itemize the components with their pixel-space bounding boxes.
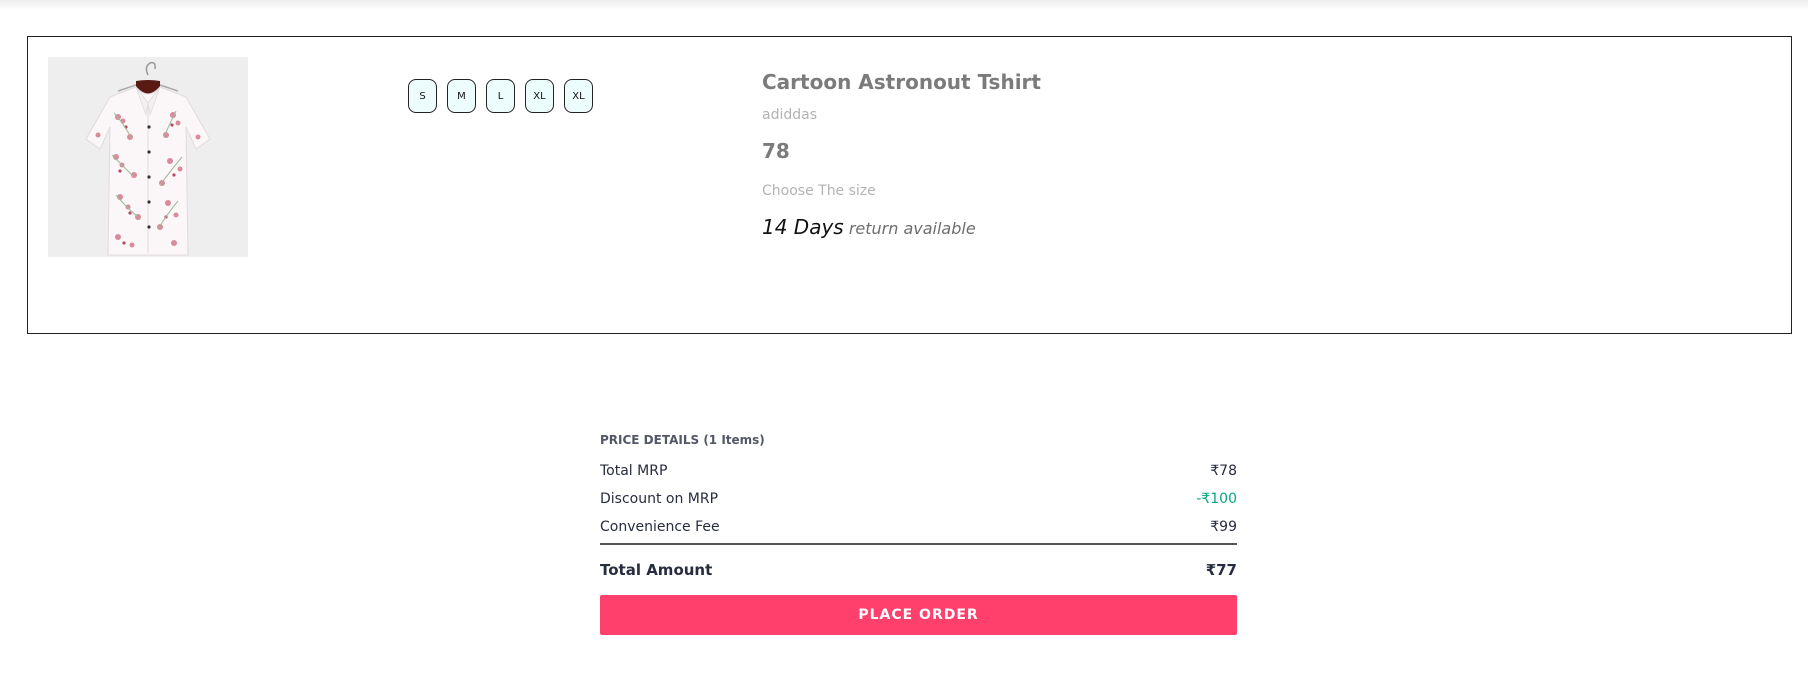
return-text: return available [848,219,976,238]
size-option-xl[interactable]: XL [525,79,554,113]
size-prompt: Choose The size [762,183,876,199]
total-amount-value: ₹77 [1205,561,1237,579]
total-amount-label: Total Amount [600,561,713,579]
place-order-button[interactable]: PLACE ORDER [600,595,1237,635]
size-option-s[interactable]: S [408,79,437,113]
size-option-m[interactable]: M [447,79,476,113]
convenience-fee-label: Convenience Fee [600,519,720,535]
convenience-fee-value: ₹99 [1210,519,1237,535]
product-price: 78 [762,139,790,163]
header-shadow [0,0,1808,10]
price-details-panel: PRICE DETAILS (1 Items) Total MRP ₹78 Di… [600,433,1237,635]
cart-item-card: S M L XL XL Cartoon Astronout Tshirt adi… [27,36,1792,334]
product-image[interactable] [48,57,248,257]
size-selector: S M L XL XL [408,79,593,113]
total-mrp-value: ₹78 [1210,463,1237,479]
discount-row: Discount on MRP -₹100 [600,489,1237,517]
return-policy: 14 Days return available [762,215,1041,239]
product-brand: adiddas [762,107,818,123]
total-mrp-row: Total MRP ₹78 [600,461,1237,489]
product-title: Cartoon Astronout Tshirt [762,70,1041,94]
convenience-fee-row: Convenience Fee ₹99 [600,517,1237,545]
shirt-illustration [48,57,248,257]
total-mrp-label: Total MRP [600,463,668,479]
size-option-l[interactable]: L [486,79,515,113]
product-info: Cartoon Astronout Tshirt adiddas 78 Choo… [762,69,1041,239]
total-amount-row: Total Amount ₹77 [600,561,1237,583]
return-days: 14 Days [762,215,844,239]
discount-label: Discount on MRP [600,491,719,507]
size-option-xl-2[interactable]: XL [564,79,593,113]
discount-value: -₹100 [1196,491,1237,507]
price-details-header: PRICE DETAILS (1 Items) [600,433,765,447]
